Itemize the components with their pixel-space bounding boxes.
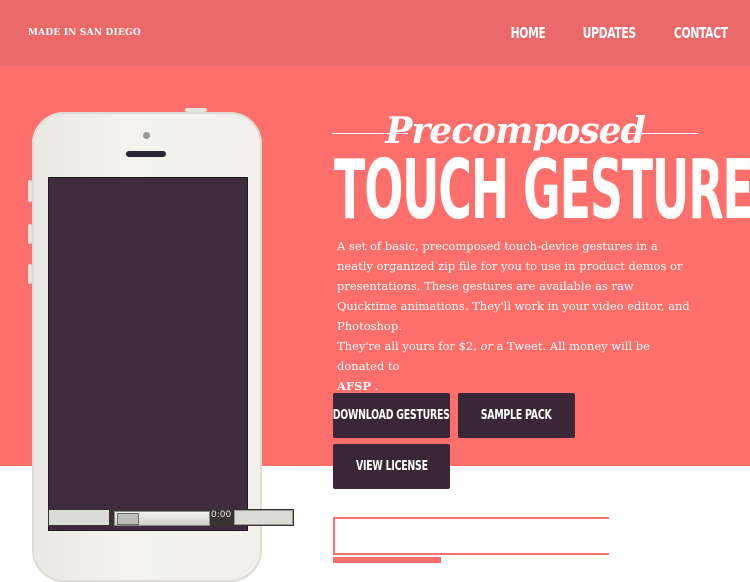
view-license-label: VIEW LICENSE [355,459,428,474]
phone-speaker [126,151,166,157]
video-scrubber[interactable] [114,511,210,526]
email-input-box[interactable] [333,517,609,555]
price-text: They're all yours for $2, or a Tweet. Al… [337,336,697,396]
price-part-1: They're all yours for $2, [337,339,481,353]
phone-camera [143,132,150,139]
site-header: MADE IN SAN DIEGO HOME UPDATES CONTACT [0,0,750,66]
play-button[interactable] [49,510,109,525]
price-or: or [480,339,493,353]
brand-logo[interactable]: MADE IN SAN DIEGO [28,28,141,38]
main-nav: HOME UPDATES CONTACT [497,24,728,42]
nav-updates-link[interactable]: UPDATES [583,24,637,42]
video-controls: 0:00 [48,509,294,526]
phone-screen [48,177,248,531]
phone-power-button [185,108,207,112]
sample-pack-label: SAMPLE PACK [481,408,552,423]
sample-pack-button[interactable]: SAMPLE PACK [458,393,575,438]
volume-control[interactable] [234,510,293,525]
price-end: . [371,379,379,393]
download-gestures-label: DOWNLOAD GESTURES [333,408,450,423]
page-title: TOUCH GESTURES [334,146,750,236]
nav-contact-link[interactable]: CONTACT [674,24,728,42]
submit-button-edge[interactable] [333,557,441,563]
download-gestures-button[interactable]: DOWNLOAD GESTURES [333,393,450,438]
phone-mute-switch [28,180,32,202]
hero-description: A set of basic, precomposed touch-device… [337,239,690,333]
video-time: 0:00 [211,510,232,520]
nav-home-link[interactable]: HOME [510,24,545,42]
afsp-link[interactable]: AFSP [337,379,371,393]
scrubber-handle[interactable] [117,513,139,525]
phone-volume-down [28,264,32,284]
phone-volume-up [28,224,32,244]
view-license-button[interactable]: VIEW LICENSE [333,444,450,489]
